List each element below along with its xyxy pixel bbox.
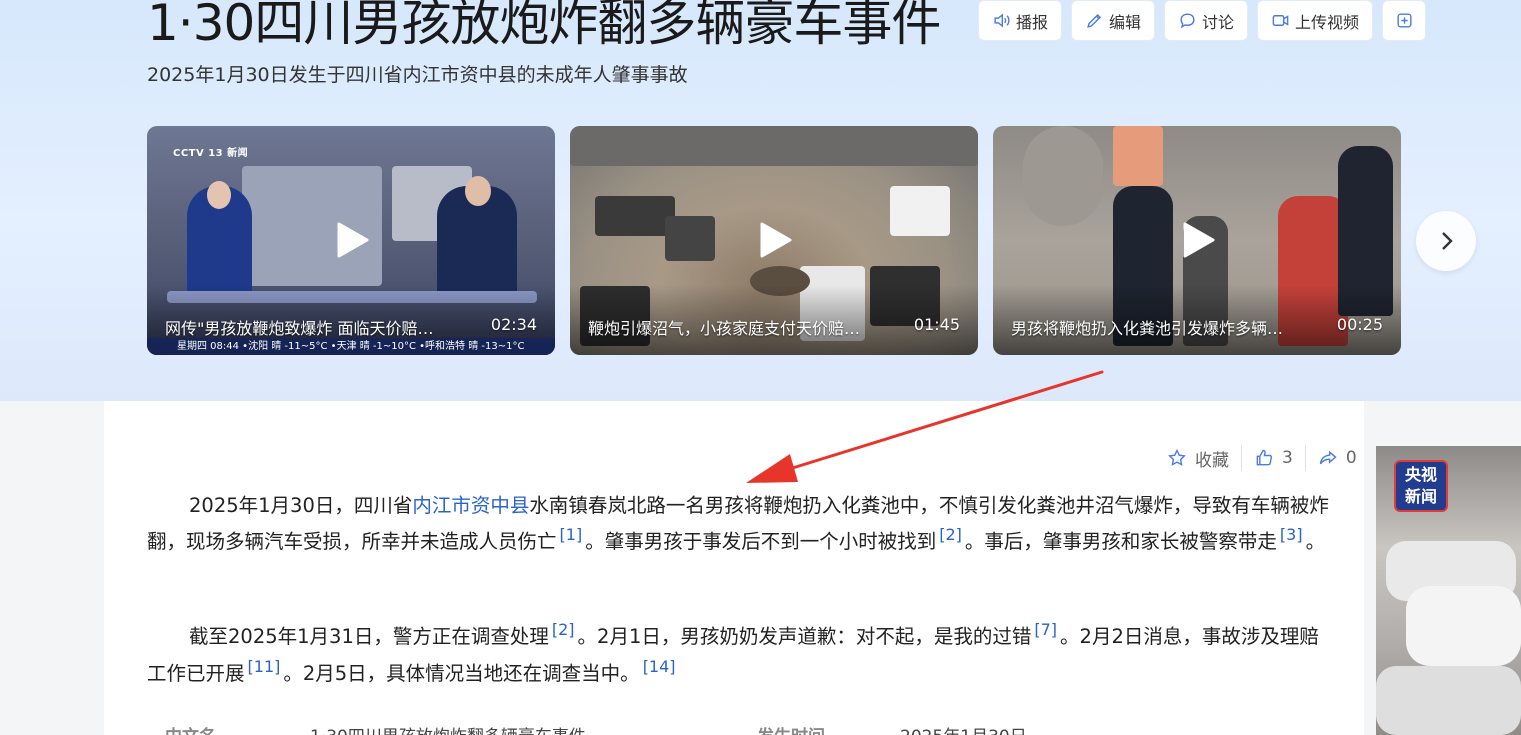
- broadcast-label: 播报: [1016, 12, 1049, 32]
- video-card-3[interactable]: 男孩将鞭炮扔入化粪池引发爆炸多辆… 00:25: [993, 126, 1401, 355]
- infobox-label: 发生时间: [757, 722, 825, 735]
- speaker-icon: [994, 13, 1010, 28]
- video-card-2[interactable]: 鞭炮引爆沼气，小孩家庭支付天价赔… 01:45: [570, 126, 978, 355]
- video-duration: 01:45: [913, 315, 960, 334]
- play-icon: [760, 222, 792, 258]
- upload-video-label: 上传视频: [1295, 12, 1360, 32]
- page-subtitle: 2025年1月30日发生于四川省内江市资中县的未成年人肇事事故: [147, 64, 688, 86]
- news-ticker: 星期四 08:44 •沈阳 晴 -11~5°C •天津 晴 -1~10°C •呼…: [147, 338, 555, 355]
- hero-banner: 1·30四川男孩放炮炸翻多辆豪车事件 2025年1月30日发生于四川省内江市资中…: [0, 0, 1521, 401]
- discuss-label: 讨论: [1202, 12, 1235, 32]
- hero-actions: 播报 编辑 讨论 上传视频: [978, 0, 1427, 41]
- video-caption: 鞭炮引爆沼气，小孩家庭支付天价赔…: [588, 319, 861, 338]
- edit-label: 编辑: [1109, 12, 1142, 32]
- location-link[interactable]: 内江市资中县: [412, 494, 529, 517]
- discuss-button[interactable]: 讨论: [1164, 0, 1249, 41]
- upload-video-button[interactable]: 上传视频: [1257, 0, 1374, 41]
- like-count: 3: [1282, 448, 1293, 468]
- video-caption: 网传"男孩放鞭炮致爆炸 面临天价赔…: [165, 319, 434, 338]
- share-arrow-icon: [1319, 450, 1337, 465]
- broadcast-button[interactable]: 播报: [978, 0, 1063, 41]
- plus-square-icon: [1397, 13, 1412, 28]
- like-button[interactable]: 3: [1242, 448, 1305, 468]
- play-button[interactable]: [1179, 222, 1215, 258]
- chevron-right-icon: [1442, 232, 1453, 250]
- play-icon: [337, 222, 369, 258]
- video-card-1[interactable]: CCTV 13 新闻 网传"男孩放鞭炮致爆炸 面临天价赔… 02:34 星期四 …: [147, 126, 555, 355]
- citation-2[interactable]: [2]: [549, 620, 578, 639]
- video-carousel: CCTV 13 新闻 网传"男孩放鞭炮致爆炸 面临天价赔… 02:34 星期四 …: [147, 126, 1401, 355]
- chat-bubble-icon: [1180, 13, 1195, 29]
- infobox-value: 2025年1月30日: [900, 722, 1027, 735]
- text: 。: [1305, 530, 1326, 553]
- channel-logo: CCTV 13 新闻: [173, 148, 249, 159]
- citation-2[interactable]: [2]: [936, 525, 965, 544]
- infobox-label: 中文名: [165, 722, 216, 735]
- favorite-label: 收藏: [1195, 450, 1229, 471]
- star-icon: [1168, 448, 1186, 466]
- citation-3[interactable]: [3]: [1277, 525, 1306, 544]
- citation-11[interactable]: [11]: [245, 657, 284, 676]
- share-count: 0: [1345, 448, 1357, 468]
- add-button[interactable]: [1382, 0, 1427, 41]
- text: 。肇事男孩于事发后不到一个小时被找到: [585, 530, 937, 553]
- article-paragraph-1: 2025年1月30日，四川省内江市资中县水南镇春岚北路一名男孩将鞭炮扔入化粪池中…: [147, 488, 1337, 561]
- favorite-button[interactable]: 收藏: [1155, 446, 1241, 471]
- article-paragraph-2: 截至2025年1月31日，警方正在调查处理 [2] 。2月1日，男孩奶奶发声道歉：对…: [147, 619, 1337, 693]
- edit-button[interactable]: 编辑: [1071, 0, 1156, 41]
- video-caption: 男孩将鞭炮扔入化粪池引发爆炸多辆…: [1011, 319, 1284, 338]
- play-button[interactable]: [333, 222, 369, 258]
- video-camera-icon: [1272, 15, 1289, 26]
- side-video-thumbnail[interactable]: 央视 新闻: [1376, 446, 1521, 735]
- citation-14[interactable]: [14]: [640, 657, 679, 676]
- infobox-value: 1·30四川男孩放炮炸翻多辆豪车事件: [310, 722, 586, 735]
- video-duration: 02:34: [490, 315, 537, 334]
- citation-7[interactable]: [7]: [1031, 620, 1060, 639]
- text: 截至2025年1月31日，警方正在调查处理: [189, 625, 549, 648]
- citation-1[interactable]: [1]: [557, 525, 586, 544]
- news-channel-badge: 央视 新闻: [1394, 460, 1448, 512]
- page-title: 1·30四川男孩放炮炸翻多辆豪车事件: [147, 0, 941, 52]
- share-button[interactable]: 0: [1306, 448, 1369, 468]
- video-duration: 00:25: [1336, 315, 1383, 334]
- thumbs-up-icon: [1256, 449, 1273, 466]
- text: 。2月5日，具体情况当地还在调查当中。: [283, 662, 640, 685]
- play-icon: [1183, 222, 1215, 258]
- carousel-next-button[interactable]: [1416, 211, 1476, 271]
- pencil-icon: [1087, 13, 1102, 28]
- play-button[interactable]: [756, 222, 792, 258]
- article-meta-actions: 收藏 3 0: [1155, 444, 1369, 472]
- text: 2025年1月30日，四川省: [189, 494, 413, 517]
- text: 。事后，肇事男孩和家长被警察带走: [964, 530, 1277, 553]
- page: 1·30四川男孩放炮炸翻多辆豪车事件 2025年1月30日发生于四川省内江市资中…: [0, 0, 1521, 735]
- text: 。2月1日，男孩奶奶发声道歉：对不起，是我的过错: [577, 625, 1032, 648]
